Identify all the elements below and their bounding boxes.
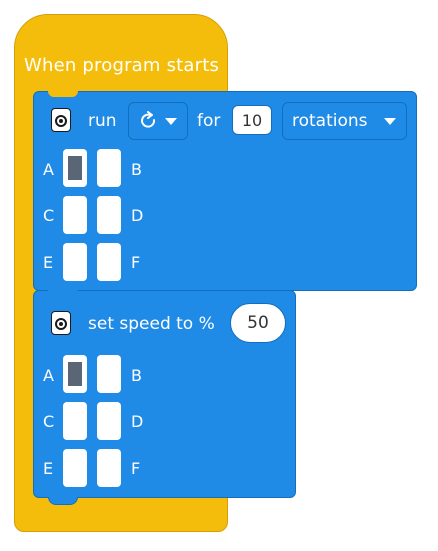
set-speed-label: set speed to % [88, 314, 215, 334]
port-f-toggle[interactable] [97, 449, 121, 487]
clockwise-rotate-icon [141, 111, 156, 128]
port-b-toggle[interactable] [97, 355, 121, 393]
port-label-f: F [131, 459, 141, 478]
port-f-toggle[interactable] [97, 243, 121, 281]
chevron-down-icon [165, 118, 177, 125]
port-b-toggle[interactable] [97, 149, 121, 187]
port-c-toggle[interactable] [63, 402, 87, 440]
port-d-toggle[interactable] [97, 196, 121, 234]
unit-dropdown-value: rotations [292, 111, 368, 131]
event-block-title: When program starts [24, 55, 220, 76]
port-label-b: B [131, 160, 142, 179]
port-label-c: C [43, 412, 55, 431]
port-e-toggle[interactable] [63, 243, 87, 281]
unit-dropdown[interactable]: rotations [282, 102, 407, 140]
speed-value-input[interactable]: 50 [230, 303, 286, 343]
port-label-e: E [43, 253, 54, 272]
motor-device-icon [51, 311, 71, 335]
port-a-toggle[interactable] [63, 149, 87, 187]
port-c-toggle[interactable] [63, 196, 87, 234]
rotation-amount-input[interactable]: 10 [232, 105, 272, 135]
motor-device-icon [51, 108, 71, 132]
chevron-down-icon [384, 118, 396, 125]
port-label-c: C [43, 206, 55, 225]
port-label-e: E [43, 459, 54, 478]
port-label-f: F [131, 253, 141, 272]
direction-dropdown[interactable] [128, 102, 188, 140]
port-a-toggle[interactable] [63, 355, 87, 393]
port-label-a: A [43, 160, 54, 179]
for-label: for [197, 111, 221, 131]
port-label-b: B [131, 366, 142, 385]
port-label-a: A [43, 366, 54, 385]
run-label: run [88, 111, 117, 131]
port-label-d: D [131, 412, 144, 431]
port-e-toggle[interactable] [63, 449, 87, 487]
port-d-toggle[interactable] [97, 402, 121, 440]
port-label-d: D [131, 206, 144, 225]
